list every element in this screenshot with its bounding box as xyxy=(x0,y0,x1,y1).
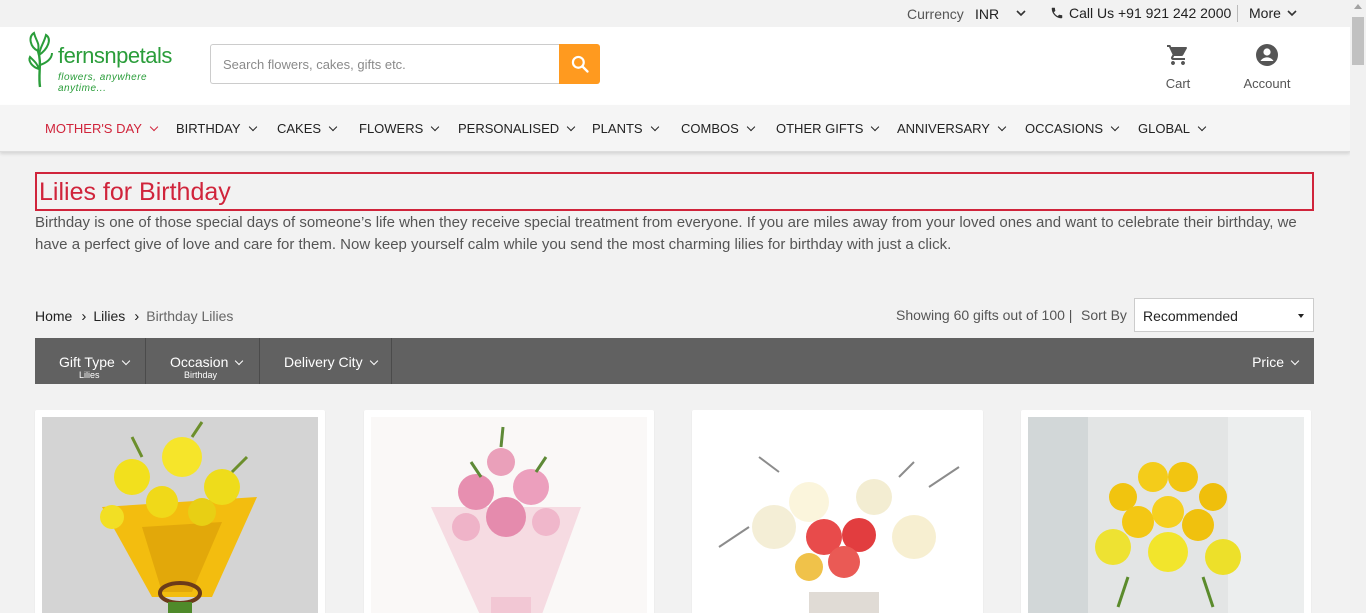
nav-item-anniversary[interactable]: ANNIVERSARY xyxy=(897,121,1007,136)
caret-down-icon xyxy=(1298,314,1304,318)
search-button[interactable] xyxy=(559,44,600,84)
filter-gift-type-label: Gift Type xyxy=(59,354,115,370)
chevron-down-icon xyxy=(871,122,880,132)
filter-occasion[interactable]: Occasion Birthday xyxy=(146,338,260,384)
chevron-down-icon xyxy=(121,356,131,366)
chevron-down-icon xyxy=(149,122,159,132)
top-bar: Currency INR Call Us +91 921 242 2000 Mo… xyxy=(0,0,1350,27)
filter-delivery-city[interactable]: Delivery City xyxy=(260,338,392,384)
logo-flower-icon xyxy=(28,31,53,88)
chevron-down-icon xyxy=(1290,356,1300,366)
logo-tagline: flowers, anywhere anytime... xyxy=(58,72,148,94)
chevron-right-icon: › xyxy=(81,308,87,325)
chevron-down-icon xyxy=(431,122,440,132)
nav-item-other-gifts[interactable]: OTHER GIFTS xyxy=(776,121,880,136)
nav-item-global[interactable]: GLOBAL xyxy=(1138,121,1207,136)
page-title: Lilies for Birthday xyxy=(39,178,231,206)
chevron-down-icon xyxy=(566,122,576,132)
filter-price-label: Price xyxy=(1252,354,1284,370)
chevron-down-icon xyxy=(746,122,756,132)
scrollbar-thumb[interactable] xyxy=(1352,17,1364,65)
chevron-down-icon xyxy=(997,122,1007,132)
breadcrumb-current: Birthday Lilies xyxy=(146,308,234,324)
filter-delivery-city-label: Delivery City xyxy=(284,354,363,370)
breadcrumb-lilies[interactable]: Lilies xyxy=(93,308,125,324)
filter-bar: Gift Type Lilies Occasion Birthday Deliv… xyxy=(35,338,1314,384)
page-title-box: Lilies for Birthday xyxy=(35,172,1314,211)
filter-occasion-value: Birthday xyxy=(184,370,218,380)
chevron-down-icon xyxy=(328,122,338,132)
nav-item-flowers[interactable]: FLOWERS xyxy=(359,121,440,136)
currency-selector[interactable]: INR xyxy=(975,6,999,22)
filter-gift-type-value: Lilies xyxy=(79,370,100,380)
account-label: Account xyxy=(1243,76,1291,91)
account-button[interactable]: Account xyxy=(1236,43,1298,91)
scroll-up-arrow-icon[interactable] xyxy=(1354,4,1362,9)
logo[interactable]: fernsnpetals flowers, anywhere anytime..… xyxy=(24,29,194,94)
chevron-down-icon[interactable] xyxy=(1015,6,1027,22)
product-card[interactable] xyxy=(364,410,654,613)
search-input[interactable] xyxy=(210,44,560,84)
product-image-mixed-lilies-carnations[interactable] xyxy=(699,417,975,613)
nav-item-cakes[interactable]: CAKES xyxy=(277,121,338,136)
cart-label: Cart xyxy=(1165,76,1191,91)
chevron-down-icon xyxy=(369,356,378,366)
chevron-down-icon xyxy=(1110,122,1120,132)
cart-button[interactable]: Cart xyxy=(1160,43,1196,91)
chevron-down-icon xyxy=(248,122,257,132)
cart-icon xyxy=(1167,45,1187,65)
nav-item-combos[interactable]: COMBOS xyxy=(681,121,756,136)
main-nav: MOTHER'S DAY BIRTHDAY CAKES FLOWERS PERS… xyxy=(0,105,1350,152)
product-card[interactable] xyxy=(692,410,983,613)
header: fernsnpetals flowers, anywhere anytime..… xyxy=(0,27,1350,105)
call-us-link[interactable]: Call Us +91 921 242 2000 xyxy=(1069,5,1231,21)
product-image-yellow-lilies[interactable] xyxy=(42,417,318,613)
nav-item-birthday[interactable]: BIRTHDAY xyxy=(176,121,257,136)
nav-item-occasions[interactable]: OCCASIONS xyxy=(1025,121,1120,136)
divider xyxy=(1237,5,1238,22)
currency-label: Currency xyxy=(907,6,964,22)
breadcrumb-home[interactable]: Home xyxy=(35,308,72,324)
results-count: Showing 60 gifts out of 100 | xyxy=(896,307,1073,323)
phone-icon xyxy=(1050,6,1064,23)
chevron-down-icon[interactable] xyxy=(1286,6,1298,22)
nav-item-plants[interactable]: PLANTS xyxy=(592,121,659,136)
chevron-right-icon: › xyxy=(134,308,140,325)
logo-wordmark: fernsnpetals xyxy=(58,43,172,68)
nav-item-personalised[interactable]: PERSONALISED xyxy=(458,121,576,136)
breadcrumb: Home › Lilies › Birthday Lilies xyxy=(35,308,233,325)
filter-gift-type[interactable]: Gift Type Lilies xyxy=(35,338,146,384)
page-scrollbar[interactable] xyxy=(1350,0,1366,613)
nav-item-mothers-day[interactable]: MOTHER'S DAY xyxy=(45,121,159,136)
sort-select[interactable]: Recommended xyxy=(1134,298,1314,332)
page-description: Birthday is one of those special days of… xyxy=(35,214,1297,253)
product-image-yellow-roses-lilies[interactable] xyxy=(1028,417,1304,613)
chevron-down-icon xyxy=(1197,122,1207,132)
chevron-down-icon xyxy=(235,356,244,366)
more-menu[interactable]: More xyxy=(1249,5,1281,21)
filter-price[interactable]: Price xyxy=(1252,354,1300,370)
sort-label: Sort By xyxy=(1081,307,1127,323)
chevron-down-icon xyxy=(650,122,659,132)
filter-occasion-label: Occasion xyxy=(170,354,229,370)
search-icon xyxy=(571,55,589,73)
product-card[interactable] xyxy=(35,410,325,613)
product-card[interactable] xyxy=(1021,410,1311,613)
account-icon xyxy=(1256,44,1278,66)
product-image-pink-lilies[interactable] xyxy=(371,417,647,613)
sort-value: Recommended xyxy=(1143,308,1238,324)
